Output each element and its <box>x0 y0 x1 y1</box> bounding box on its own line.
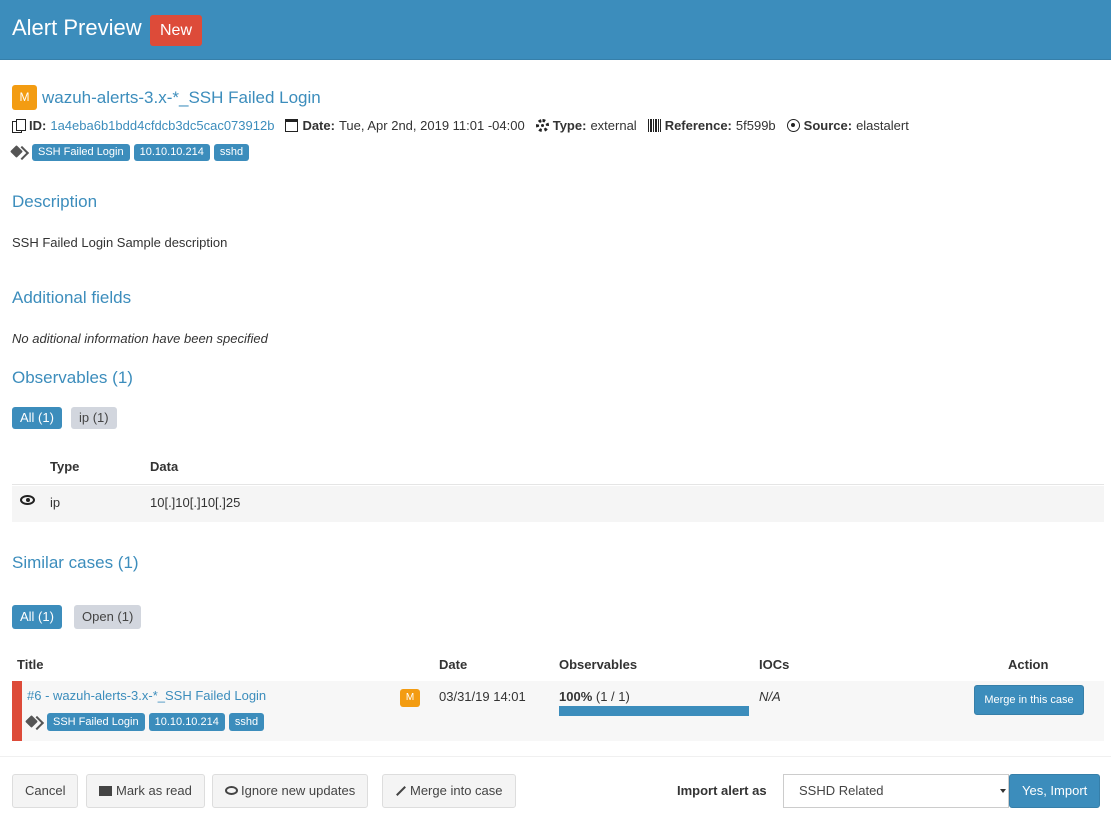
tag: 10.10.10.214 <box>133 144 210 161</box>
column-date: Date <box>439 657 468 672</box>
import-case-template-select[interactable]: SSHD Related <box>783 774 1009 808</box>
alert-id[interactable]: 1a4eba6b1bdd4cfdcb3dc5cac073912b <box>50 118 274 133</box>
progress-fill <box>559 706 749 716</box>
similar-filter-open[interactable]: Open (1) <box>74 605 142 629</box>
merge-in-case-button[interactable]: Merge in this case <box>974 685 1084 715</box>
observables-percent: 100% <box>559 689 593 704</box>
observables-count: (1 / 1) <box>595 689 630 704</box>
similar-cases-header: Title Date Observables IOCs Action <box>12 655 1104 679</box>
source-label: Source: <box>803 118 853 133</box>
observable-data: 10[.]10[.]10[.]25 <box>150 495 241 510</box>
observables-filter-all[interactable]: All (1) <box>12 407 62 429</box>
alert-reference: 5f599b <box>735 118 776 133</box>
eye-icon <box>225 786 238 795</box>
status-badge: New <box>150 15 203 46</box>
description-text: SSH Failed Login Sample description <box>12 235 228 250</box>
alert-tags: SSH Failed Login 10.10.10.214 sshd <box>12 144 253 161</box>
modal-title: Alert Preview <box>12 15 142 40</box>
mark-as-read-button[interactable]: Mark as read <box>86 774 205 808</box>
tag: SSH Failed Login <box>32 144 130 161</box>
case-tags: SSH Failed Login 10.10.10.214 sshd <box>27 713 268 731</box>
observable-type: ip <box>50 495 61 510</box>
observables-table-header: Type Data <box>12 450 1104 485</box>
column-title: Title <box>17 657 44 672</box>
id-label: ID: <box>29 118 47 133</box>
additional-fields-title: Additional fields <box>12 288 132 307</box>
alert-title[interactable]: wazuh-alerts-3.x-*_SSH Failed Login <box>42 88 321 108</box>
calendar-icon <box>285 119 299 132</box>
case-observables: 100% (1 / 1) <box>559 689 630 704</box>
tag: 10.10.10.214 <box>148 713 225 731</box>
copy-icon[interactable] <box>12 119 26 133</box>
cancel-button[interactable]: Cancel <box>12 774 79 808</box>
compress-icon <box>395 785 407 797</box>
import-label: Import alert as <box>677 783 767 798</box>
date-label: Date: <box>302 118 335 133</box>
observables-title: Observables (1) <box>12 368 133 387</box>
barcode-icon <box>647 119 661 132</box>
tag: sshd <box>213 144 250 161</box>
additional-fields-text: No aditional information have been speci… <box>12 331 268 346</box>
alert-type: external <box>590 118 637 133</box>
target-icon <box>786 119 800 132</box>
eye-icon[interactable] <box>20 495 35 505</box>
severity-badge: M <box>12 85 37 110</box>
yes-import-button[interactable]: Yes, Import <box>1009 774 1101 808</box>
case-iocs: N/A <box>759 689 781 704</box>
severity-badge: M <box>400 689 420 707</box>
column-action: Action <box>1008 657 1049 672</box>
modal-footer: Cancel Mark as read Ignore new updates M… <box>0 756 1111 818</box>
type-label: Type: <box>552 118 587 133</box>
tags-icon <box>12 146 28 159</box>
alert-source: elastalert <box>856 118 909 133</box>
description-title: Description <box>12 192 98 211</box>
merge-into-case-label: Merge into case <box>410 783 503 798</box>
column-observables: Observables <box>559 657 638 672</box>
merge-into-case-button[interactable]: Merge into case <box>382 774 516 808</box>
case-title-link[interactable]: #6 - wazuh-alerts-3.x-*_SSH Failed Login <box>27 688 266 703</box>
ignore-updates-label: Ignore new updates <box>241 783 356 798</box>
column-data: Data <box>150 459 179 474</box>
column-type: Type <box>50 459 80 474</box>
gear-icon <box>535 119 549 132</box>
alert-meta: ID: 1a4eba6b1bdd4cfdcb3dc5cac073912b Dat… <box>12 118 920 133</box>
case-date: 03/31/19 14:01 <box>439 689 526 704</box>
modal-header: Alert Preview New <box>0 0 1111 60</box>
table-row: #6 - wazuh-alerts-3.x-*_SSH Failed Login… <box>12 681 1104 741</box>
table-row: ip 10[.]10[.]10[.]25 <box>12 486 1104 522</box>
mark-as-read-label: Mark as read <box>116 783 192 798</box>
observables-progress-bar <box>559 706 749 716</box>
tag: SSH Failed Login <box>47 713 145 731</box>
alert-date: Tue, Apr 2nd, 2019 11:01 -04:00 <box>338 118 525 133</box>
column-iocs: IOCs <box>759 657 790 672</box>
ignore-updates-button[interactable]: Ignore new updates <box>212 774 369 808</box>
similar-cases-title: Similar cases (1) <box>12 553 139 572</box>
observables-filter-ip[interactable]: ip (1) <box>71 407 117 429</box>
envelope-icon <box>99 786 112 796</box>
tag: sshd <box>228 713 265 731</box>
alert-heading: M wazuh-alerts-3.x-*_SSH Failed Login <box>12 85 321 110</box>
similar-filter-all[interactable]: All (1) <box>12 605 62 629</box>
reference-label: Reference: <box>664 118 732 133</box>
tags-icon <box>27 716 43 729</box>
